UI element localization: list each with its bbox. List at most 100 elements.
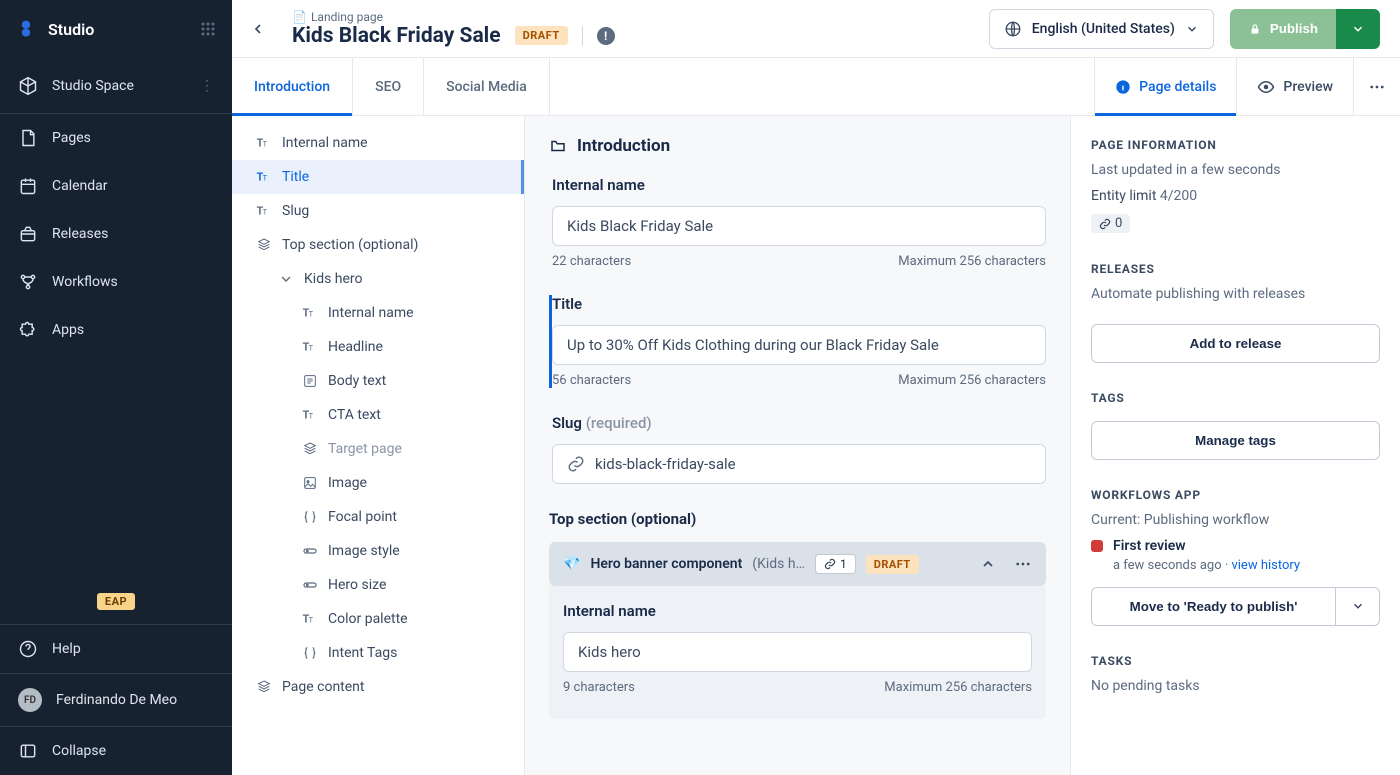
component-name: Hero banner component: [590, 556, 742, 572]
outline-color-palette[interactable]: TTColor palette: [232, 602, 524, 636]
tab-preview[interactable]: Preview: [1236, 58, 1353, 115]
tags-heading: TAGS: [1091, 391, 1380, 405]
field-internal-name: Internal name Kids Black Friday Sale 22 …: [549, 176, 1046, 269]
outline-kids-hero[interactable]: Kids hero: [232, 262, 524, 296]
outline-image[interactable]: Image: [232, 466, 524, 500]
sidebar-item-calendar[interactable]: Calendar: [0, 162, 232, 210]
brand-name: Studio: [48, 20, 94, 39]
eye-icon: [1257, 78, 1275, 96]
text-icon: TT: [302, 611, 318, 627]
tab-social-media[interactable]: Social Media: [424, 58, 550, 115]
sidebar-item-apps[interactable]: Apps: [0, 306, 232, 354]
cube-icon: [18, 76, 38, 96]
component-ref: (Kids h…: [752, 556, 805, 572]
char-count: 22 characters: [552, 254, 631, 269]
braces-icon: [302, 509, 318, 525]
link-icon: [567, 455, 585, 473]
locale-select[interactable]: English (United States): [989, 9, 1214, 49]
chevron-down-icon: [1351, 599, 1365, 613]
publish-more-button[interactable]: [1336, 9, 1380, 49]
publish-group: Publish: [1230, 9, 1380, 49]
sidebar-help[interactable]: Help: [0, 624, 232, 673]
sidebar-collapse[interactable]: Collapse: [0, 726, 232, 775]
app-switcher-icon[interactable]: [200, 21, 216, 37]
text-icon: TT: [256, 203, 272, 219]
workflow-icon: [18, 272, 38, 292]
outline-nested-internal-name[interactable]: TTInternal name: [232, 296, 524, 330]
outline-focal-point[interactable]: Focal point: [232, 500, 524, 534]
outline: TTInternal name TTTitle TTSlug Top secti…: [232, 116, 525, 775]
sidebar-item-label: Apps: [52, 322, 84, 338]
last-updated: Last updated in a few seconds: [1091, 162, 1380, 178]
entity-limit: Entity limit 4/200: [1091, 188, 1380, 204]
move-to-button[interactable]: Move to 'Ready to publish': [1091, 587, 1336, 626]
field-label: Internal name: [563, 602, 1032, 620]
move-more-button[interactable]: [1336, 587, 1380, 626]
svg-text:T: T: [309, 411, 314, 420]
add-to-release-button[interactable]: Add to release: [1091, 324, 1380, 363]
tab-introduction[interactable]: Introduction: [232, 58, 353, 115]
sidebar-space-label: Studio Space: [52, 78, 134, 94]
section-title: Introduction: [577, 136, 670, 156]
outline-top-section[interactable]: Top section (optional): [232, 228, 524, 262]
manage-tags-button[interactable]: Manage tags: [1091, 421, 1380, 460]
text-icon: TT: [302, 339, 318, 355]
link-count-badge[interactable]: 0: [1091, 214, 1130, 233]
brand[interactable]: Studio: [16, 17, 94, 41]
outline-internal-name[interactable]: TTInternal name: [232, 126, 524, 160]
title-input[interactable]: Up to 30% Off Kids Clothing during our B…: [552, 325, 1046, 365]
sidebar-item-workflows[interactable]: Workflows: [0, 258, 232, 306]
separator: [582, 26, 583, 46]
sidebar-space[interactable]: Studio Space ⋮: [0, 58, 232, 114]
outline-intent-tags[interactable]: Intent Tags: [232, 636, 524, 670]
alert-icon[interactable]: !: [597, 27, 615, 45]
sidebar-item-label: Pages: [52, 130, 91, 146]
internal-name-input[interactable]: Kids Black Friday Sale: [552, 206, 1046, 246]
outline-headline[interactable]: TTHeadline: [232, 330, 524, 364]
puzzle-icon: [18, 320, 38, 340]
tasks-text: No pending tasks: [1091, 678, 1380, 694]
outline-title[interactable]: TTTitle: [232, 160, 524, 194]
more-icon[interactable]: ⋮: [200, 78, 214, 94]
right-panel: PAGE INFORMATION Last updated in a few s…: [1070, 116, 1400, 775]
view-history-link[interactable]: view history: [1231, 558, 1300, 573]
page-icon: [18, 128, 38, 148]
outline-hero-size[interactable]: Hero size: [232, 568, 524, 602]
sidebar-item-label: Workflows: [52, 274, 118, 290]
char-count: 9 characters: [563, 680, 635, 695]
back-button[interactable]: [240, 11, 276, 47]
breadcrumb-label: Landing page: [311, 10, 383, 24]
more-button[interactable]: [1353, 58, 1400, 115]
nested-field-internal-name: Internal name Kids hero 9 charactersMaxi…: [549, 586, 1046, 719]
sidebar-item-pages[interactable]: Pages: [0, 114, 232, 162]
link-icon: [824, 558, 836, 570]
braces-icon: [302, 645, 318, 661]
nested-internal-name-input[interactable]: Kids hero: [563, 632, 1032, 672]
sidebar-item-releases[interactable]: Releases: [0, 210, 232, 258]
outline-cta-text[interactable]: TTCTA text: [232, 398, 524, 432]
tasks-heading: TASKS: [1091, 654, 1380, 668]
outline-target-page[interactable]: Target page: [232, 432, 524, 466]
tab-seo[interactable]: SEO: [353, 58, 424, 115]
avatar: FD: [18, 688, 42, 712]
publish-button[interactable]: Publish: [1230, 9, 1336, 49]
outline-page-content[interactable]: Page content: [232, 670, 524, 704]
link-count-pill[interactable]: 1: [815, 554, 856, 574]
layers-icon: [256, 237, 272, 253]
more-horizontal-icon: [1368, 78, 1386, 96]
tab-page-details[interactable]: Page details: [1094, 58, 1236, 115]
slug-input[interactable]: kids-black-friday-sale: [552, 444, 1046, 484]
status-badge: DRAFT: [515, 26, 568, 45]
component-header[interactable]: 💎 Hero banner component (Kids h… 1 DRAFT: [549, 542, 1046, 586]
outline-slug[interactable]: TTSlug: [232, 194, 524, 228]
chevron-up-icon[interactable]: [980, 556, 996, 572]
component-status-badge: DRAFT: [866, 555, 919, 574]
sidebar-user[interactable]: FD Ferdinando De Meo: [0, 673, 232, 726]
outline-body-text[interactable]: Body text: [232, 364, 524, 398]
user-name: Ferdinando De Meo: [56, 692, 177, 708]
more-horizontal-icon[interactable]: [1014, 555, 1032, 573]
collapse-label: Collapse: [52, 743, 106, 759]
char-max: Maximum 256 characters: [898, 254, 1046, 269]
outline-image-style[interactable]: Image style: [232, 534, 524, 568]
editor: Introduction Internal name Kids Black Fr…: [525, 116, 1070, 775]
